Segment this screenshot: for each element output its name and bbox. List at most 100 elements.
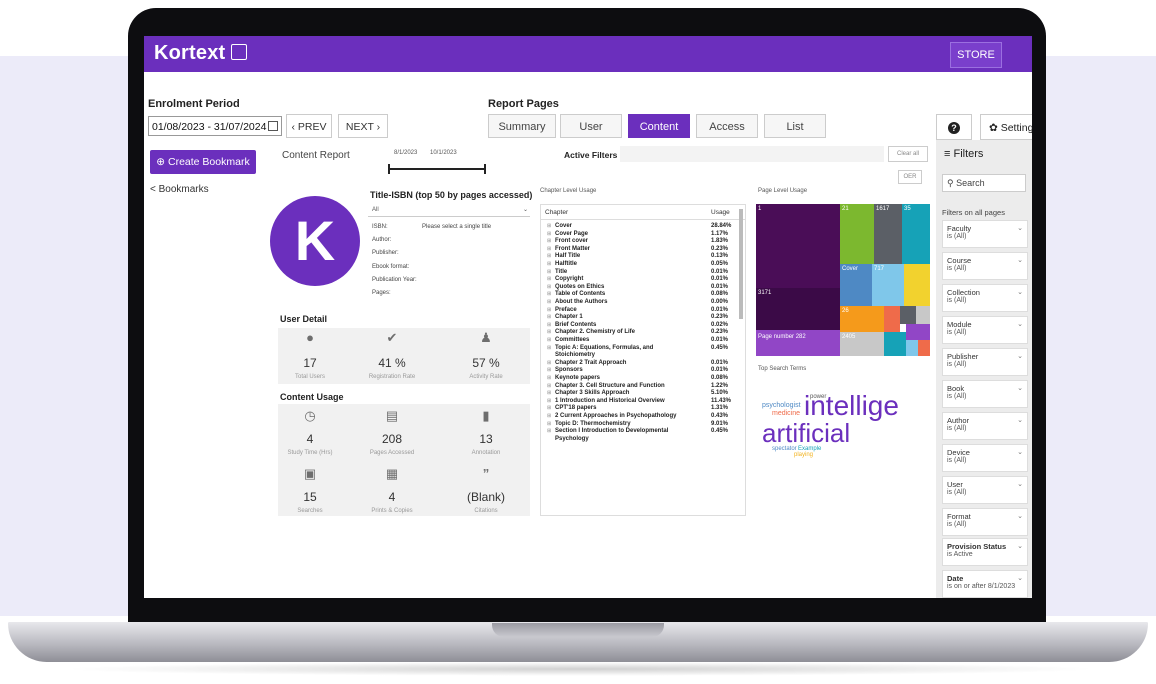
page-usage-treemap[interactable]: 1 21 1617 35 Cover 717 3171 26 Page numb… — [756, 204, 932, 356]
column-header-usage[interactable]: Usage — [711, 209, 730, 216]
next-button[interactable]: NEXT › — [338, 114, 388, 138]
treemap-cell[interactable]: 2405 — [840, 332, 884, 356]
expand-icon[interactable]: ⊞ — [547, 223, 551, 229]
prev-button[interactable]: ‹ PREV — [286, 114, 332, 138]
table-row[interactable]: ⊞ Keynote papers 0.08% — [541, 375, 745, 383]
expand-icon[interactable]: ⊞ — [547, 390, 551, 396]
expand-icon[interactable]: ⊞ — [547, 276, 551, 282]
expand-icon[interactable]: ⊞ — [547, 367, 551, 373]
table-row[interactable]: ⊞ Cover Page 1.17% — [541, 231, 745, 239]
help-button[interactable]: ? — [936, 114, 972, 140]
expand-icon[interactable]: ⊞ — [547, 345, 551, 351]
table-row[interactable]: ⊞ Committees 0.01% — [541, 337, 745, 345]
expand-icon[interactable]: ⊞ — [547, 375, 551, 381]
expand-icon[interactable]: ⊞ — [547, 291, 551, 297]
expand-icon[interactable]: ⊞ — [547, 322, 551, 328]
table-row[interactable]: ⊞ Copyright 0.01% — [541, 276, 745, 284]
treemap-cell[interactable]: 21 — [840, 204, 874, 264]
table-row[interactable]: ⊞ Halftitle 0.05% — [541, 261, 745, 269]
expand-icon[interactable]: ⊞ — [547, 421, 551, 427]
treemap-cell[interactable]: 1 — [756, 204, 840, 288]
table-row[interactable]: ⊞ Front cover 1.83% — [541, 238, 745, 246]
tab-summary[interactable]: Summary — [488, 114, 556, 138]
chevron-down-icon[interactable]: ⌄ — [1017, 320, 1023, 328]
table-row[interactable]: ⊞ CPT'18 papers 1.31% — [541, 405, 745, 413]
filter-card-format[interactable]: Format is (All) ⌄ — [942, 508, 1028, 536]
table-row[interactable]: Psychology — [541, 436, 745, 444]
treemap-cell[interactable]: 3171 — [756, 288, 840, 330]
filter-card-book[interactable]: Book is (All) ⌄ — [942, 380, 1028, 408]
expand-icon[interactable]: ⊞ — [547, 383, 551, 389]
expand-icon[interactable]: ⊞ — [547, 428, 551, 434]
store-button[interactable]: STORE — [950, 42, 1002, 68]
filter-card-user[interactable]: User is (All) ⌄ — [942, 476, 1028, 504]
chevron-down-icon[interactable]: ⌄ — [1017, 256, 1023, 264]
expand-icon[interactable]: ⊞ — [547, 307, 551, 313]
chevron-down-icon[interactable]: ⌄ — [1017, 574, 1023, 582]
title-select[interactable]: All ⌄ — [368, 204, 530, 217]
table-row[interactable]: ⊞ Cover 28.84% — [541, 223, 745, 231]
tab-list[interactable]: List — [764, 114, 826, 138]
table-row[interactable]: ⊞ Title 0.01% — [541, 269, 745, 277]
filter-card-course[interactable]: Course is (All) ⌄ — [942, 252, 1028, 280]
create-bookmark-button[interactable]: ⊕ Create Bookmark — [150, 150, 256, 174]
table-row[interactable]: ⊞ 1 Introduction and Historical Overview 1… — [541, 398, 745, 406]
expand-icon[interactable]: ⊞ — [547, 314, 551, 320]
table-row[interactable]: ⊞ Chapter 2 Trait Approach 0.01% — [541, 360, 745, 368]
table-row[interactable]: ⊞ Section I Introduction to Developmental… — [541, 428, 745, 436]
tab-access[interactable]: Access — [696, 114, 758, 138]
treemap-cell[interactable]: Page number 282 — [756, 330, 840, 356]
expand-icon[interactable]: ⊞ — [547, 284, 551, 290]
expand-icon[interactable]: ⊞ — [547, 405, 551, 411]
table-row[interactable]: ⊞ Chapter 2. Chemistry of Life 0.23% — [541, 329, 745, 337]
clear-all-button[interactable]: Clear all — [888, 146, 928, 162]
table-row[interactable]: ⊞ Topic D: Thermochemistry 9.01% — [541, 421, 745, 429]
table-row[interactable]: ⊞ Preface 0.01% — [541, 307, 745, 315]
table-row[interactable]: ⊞ About the Authors 0.00% — [541, 299, 745, 307]
date-slider-track[interactable] — [390, 168, 486, 170]
treemap-cell[interactable]: 1617 — [874, 204, 902, 264]
calendar-icon[interactable] — [268, 121, 278, 131]
filter-card-author[interactable]: Author is (All) ⌄ — [942, 412, 1028, 440]
table-row[interactable]: ⊞ Front Matter 0.23% — [541, 246, 745, 254]
filter-card-faculty[interactable]: Faculty is (All) ⌄ — [942, 220, 1028, 248]
settings-button[interactable]: ✿ Settings — [980, 114, 1032, 140]
table-row[interactable]: ⊞ Topic A: Equations, Formulas, and 0.45% — [541, 345, 745, 353]
filter-card-publisher[interactable]: Publisher is (All) ⌄ — [942, 348, 1028, 376]
expand-icon[interactable]: ⊞ — [547, 337, 551, 343]
expand-icon[interactable]: ⊞ — [547, 238, 551, 244]
chevron-down-icon[interactable]: ⌄ — [1017, 480, 1023, 488]
expand-icon[interactable]: ⊞ — [547, 398, 551, 404]
expand-icon[interactable]: ⊞ — [547, 269, 551, 275]
table-row[interactable]: ⊞ Chapter 3 Skills Approach 5.10% — [541, 390, 745, 398]
date-slider-handle-start[interactable] — [388, 164, 390, 174]
table-row[interactable]: ⊞ 2 Current Approaches in Psychopathology… — [541, 413, 745, 421]
expand-icon[interactable]: ⊞ — [547, 246, 551, 252]
date-slider-handle-end[interactable] — [484, 164, 486, 174]
chevron-down-icon[interactable]: ⌄ — [1017, 288, 1023, 296]
filter-card-module[interactable]: Module is (All) ⌄ — [942, 316, 1028, 344]
bookmarks-link[interactable]: < Bookmarks — [150, 184, 209, 195]
chevron-down-icon[interactable]: ⌄ — [1017, 448, 1023, 456]
table-row[interactable]: Stoichiometry — [541, 352, 745, 360]
table-scrollbar[interactable] — [739, 209, 743, 319]
table-row[interactable]: ⊞ Chapter 3. Cell Structure and Function 1… — [541, 383, 745, 391]
column-header-chapter[interactable]: Chapter — [545, 209, 568, 216]
expand-icon[interactable]: ⊞ — [547, 231, 551, 237]
treemap-cell[interactable]: 717 — [872, 264, 904, 306]
filter-card-provision-status[interactable]: Provision Status is Active ⌄ — [942, 538, 1028, 566]
expand-icon[interactable]: ⊞ — [547, 413, 551, 419]
expand-icon[interactable]: ⊞ — [547, 299, 551, 305]
tab-user[interactable]: User — [560, 114, 622, 138]
table-row[interactable]: ⊞ Sponsors 0.01% — [541, 367, 745, 375]
expand-icon[interactable]: ⊞ — [547, 329, 551, 335]
filter-search-input[interactable]: ⚲ Search — [942, 174, 1026, 192]
chevron-down-icon[interactable]: ⌄ — [1017, 352, 1023, 360]
chevron-down-icon[interactable]: ⌄ — [1017, 512, 1023, 520]
table-row[interactable]: ⊞ Table of Contents 0.08% — [541, 291, 745, 299]
filter-card-device[interactable]: Device is (All) ⌄ — [942, 444, 1028, 472]
chevron-down-icon[interactable]: ⌄ — [1017, 416, 1023, 424]
filter-card-date[interactable]: Date is on or after 8/1/2023 ⌄ — [942, 570, 1028, 598]
chevron-down-icon[interactable]: ⌄ — [1017, 542, 1023, 550]
table-row[interactable]: ⊞ Half Title 0.13% — [541, 253, 745, 261]
